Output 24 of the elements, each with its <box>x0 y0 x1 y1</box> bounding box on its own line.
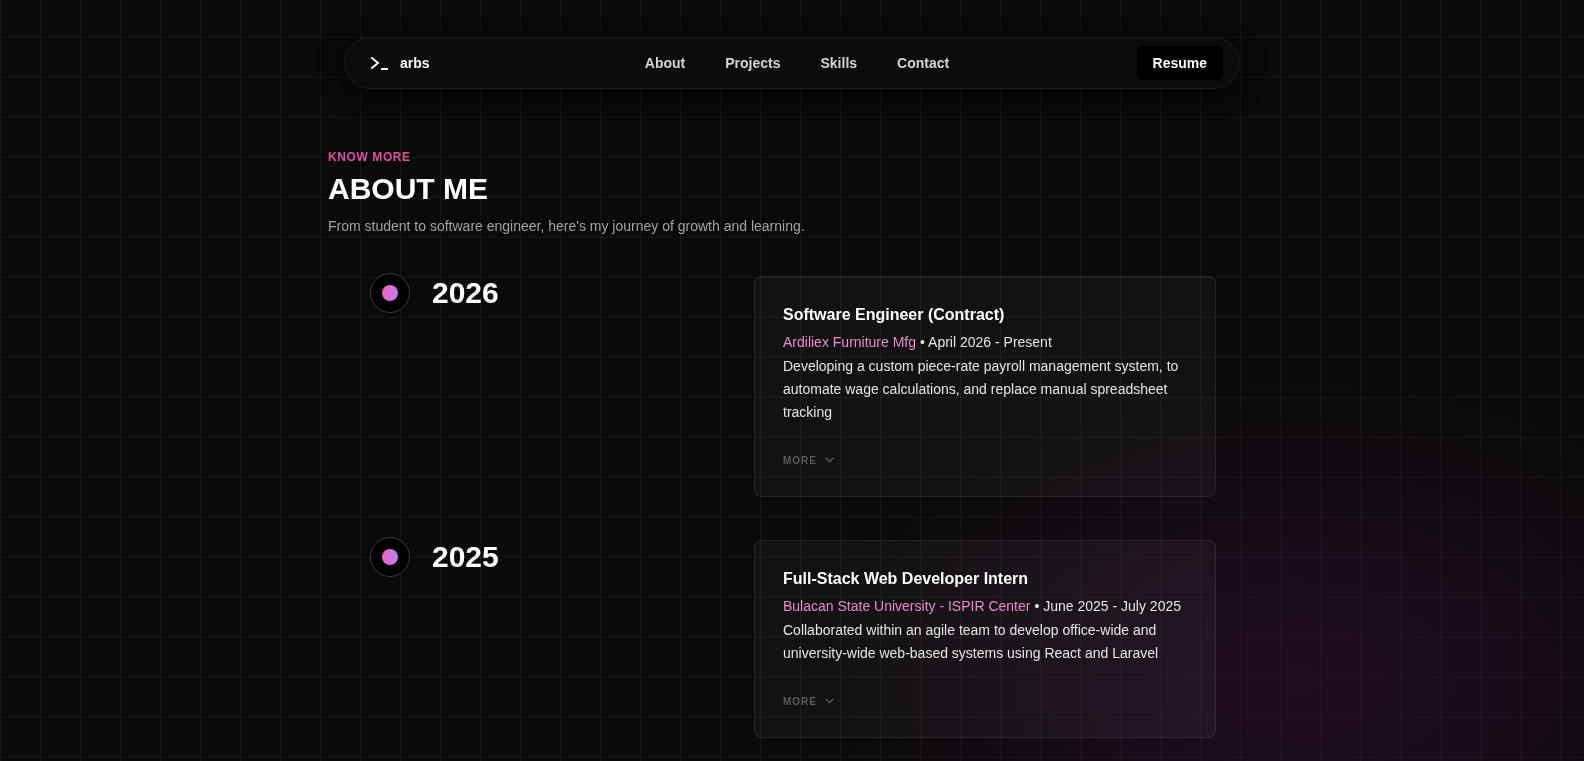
section-eyebrow: KNOW MORE <box>328 149 411 165</box>
job-title: Full-Stack Web Developer Intern <box>783 569 1029 589</box>
job-description: Developing a custom piece-rate payroll management system, to automate wage calculations, and replace manual spreadsheet tracking <box>783 357 1180 422</box>
nav-link[interactable]: About <box>644 53 686 73</box>
timeline-marker-icon <box>370 537 410 577</box>
section-subtitle: From student to software engineer, here's my journey of growth and learning. <box>328 217 805 236</box>
section-title: ABOUT ME <box>328 171 488 207</box>
logo-link[interactable]: arbs <box>371 55 430 71</box>
company-name: Ardiliex Furniture Mfg <box>783 333 917 352</box>
nav-link[interactable]: Contact <box>897 53 950 73</box>
date-range: • June 2025 - July 2025 <box>1034 597 1181 616</box>
nav-link[interactable]: Skills <box>820 53 858 73</box>
timeline-marker-icon <box>370 273 410 313</box>
nav-link[interactable]: Projects <box>725 53 781 73</box>
resume-button[interactable]: Resume <box>1136 46 1223 80</box>
job-title: Software Engineer (Contract) <box>783 305 1005 325</box>
terminal-prompt-icon <box>371 56 389 70</box>
date-range: • April 2026 - Present <box>920 333 1052 352</box>
company-name: Bulacan State University - ISPIR Center <box>783 597 1031 616</box>
chevron-down-icon <box>825 457 834 463</box>
job-description: Collaborated within an agile team to develop office-wide and university-wide web-based systems using React and Laravel <box>783 621 1160 663</box>
timeline-year: 2025 <box>432 539 499 575</box>
chevron-down-icon <box>825 698 834 704</box>
timeline-year: 2026 <box>432 275 499 311</box>
